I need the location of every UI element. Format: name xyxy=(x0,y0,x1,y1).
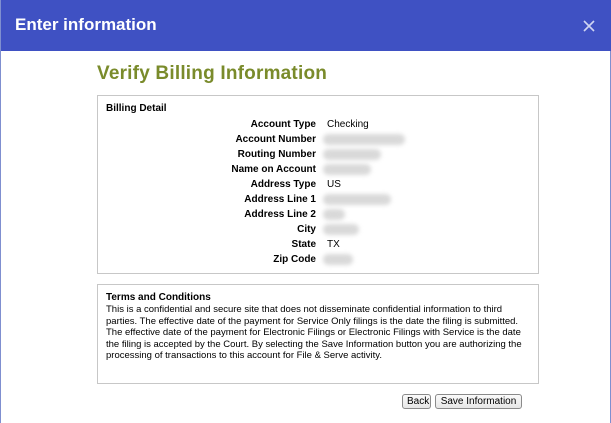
row-state: State TX xyxy=(98,238,538,253)
row-value: TX xyxy=(327,239,340,250)
row-label: Zip Code xyxy=(273,254,316,265)
row-label: Routing Number xyxy=(237,149,316,160)
row-zip-code: Zip Code xyxy=(98,253,538,268)
row-routing-number: Routing Number xyxy=(98,148,538,163)
redacted-value xyxy=(323,224,359,235)
row-account-number: Account Number xyxy=(98,133,538,148)
row-label: State xyxy=(291,239,316,250)
row-name-on-account: Name on Account xyxy=(98,163,538,178)
redacted-value xyxy=(323,134,405,145)
row-label: City xyxy=(297,224,316,235)
row-address-type: Address Type US xyxy=(98,178,538,193)
redacted-value xyxy=(323,149,381,160)
billing-detail-panel: Billing Detail Account Type Checking Acc… xyxy=(97,95,539,274)
redacted-value xyxy=(323,254,353,265)
row-address-line-1: Address Line 1 xyxy=(98,193,538,208)
row-label: Address Type xyxy=(250,179,316,190)
terms-title: Terms and Conditions xyxy=(106,292,211,303)
billing-detail-title: Billing Detail xyxy=(106,103,167,114)
close-icon[interactable] xyxy=(579,16,599,36)
enter-information-dialog: Enter information Verify Billing Informa… xyxy=(0,0,611,423)
row-label: Account Type xyxy=(250,119,316,130)
row-city: City xyxy=(98,223,538,238)
redacted-value xyxy=(323,194,391,205)
save-information-button[interactable]: Save Information xyxy=(435,394,522,409)
dialog-titlebar: Enter information xyxy=(1,0,611,51)
back-button[interactable]: Back xyxy=(402,394,431,409)
billing-rows: Account Type Checking Account Number Rou… xyxy=(98,118,538,268)
terms-panel: Terms and Conditions This is a confident… xyxy=(97,284,539,384)
row-label: Address Line 1 xyxy=(244,194,316,205)
row-account-type: Account Type Checking xyxy=(98,118,538,133)
redacted-value xyxy=(323,164,371,175)
dialog-title: Enter information xyxy=(15,15,157,34)
redacted-value xyxy=(323,209,345,220)
row-label: Name on Account xyxy=(231,164,316,175)
page-heading: Verify Billing Information xyxy=(97,63,328,84)
terms-text: This is a confidential and secure site t… xyxy=(106,304,522,361)
row-address-line-2: Address Line 2 xyxy=(98,208,538,223)
row-label: Address Line 2 xyxy=(244,209,316,220)
row-value: US xyxy=(327,179,341,190)
row-label: Account Number xyxy=(235,134,316,145)
row-value: Checking xyxy=(327,119,369,130)
